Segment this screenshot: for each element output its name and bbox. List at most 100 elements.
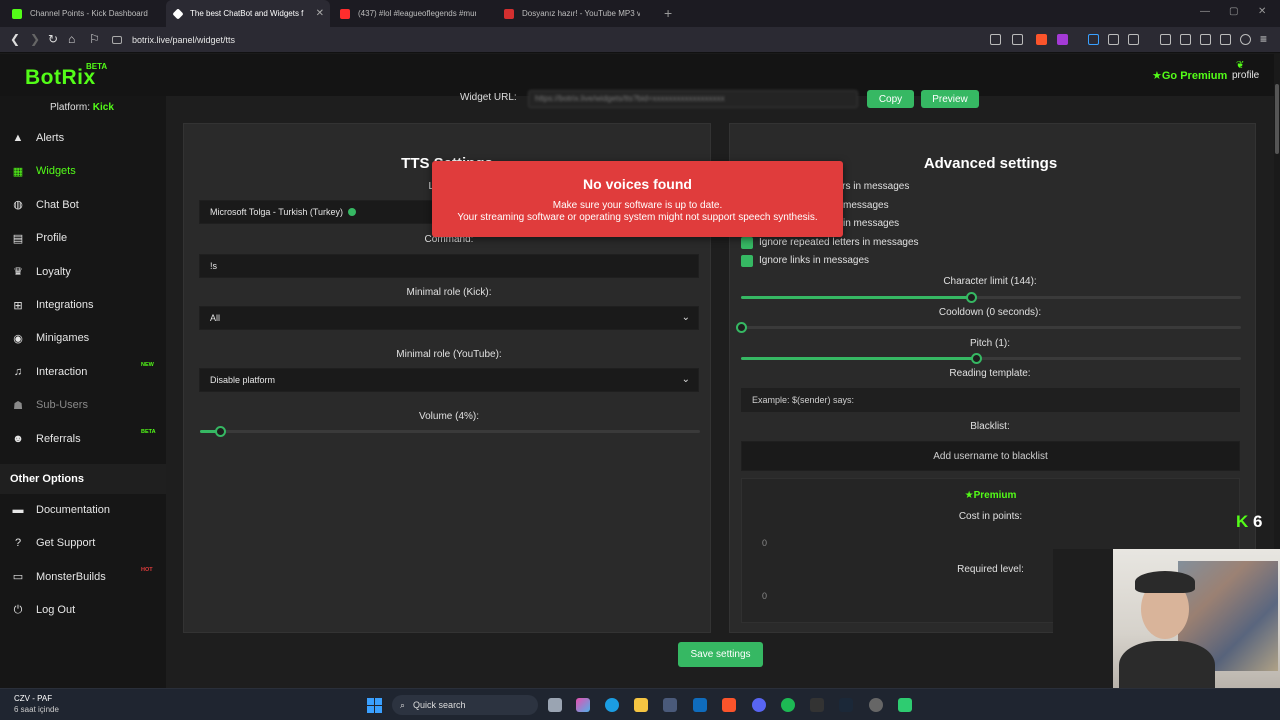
volume-slider[interactable] (200, 426, 700, 437)
sidebar-item-interaction[interactable]: ♫ Interaction (10, 360, 160, 384)
media-icon[interactable] (1160, 34, 1171, 45)
share-icon[interactable] (1012, 34, 1023, 45)
sidebar-item-label: Referrals (36, 432, 81, 445)
menu-icon[interactable]: ≡ (1260, 32, 1267, 46)
ignore-repeated-letters-checkbox[interactable] (741, 237, 753, 249)
blacklist-label: Blacklist: (970, 421, 1010, 432)
home-icon[interactable]: ⌂ (68, 32, 75, 46)
go-premium-link[interactable]: ★Go Premium (1152, 69, 1227, 82)
wallet-icon[interactable] (1200, 34, 1211, 45)
profile-link[interactable]: profile (1232, 70, 1259, 81)
epic-games-icon[interactable] (810, 698, 824, 712)
close-window-icon[interactable]: ✕ (1258, 6, 1266, 17)
url-field[interactable]: botrix.live/panel/widget/tts (112, 31, 972, 49)
scrollbar-thumb[interactable] (1275, 84, 1279, 154)
sidebar-item-minigames[interactable]: ◉ Minigames (10, 326, 160, 350)
ignore-links-checkbox[interactable] (741, 255, 753, 267)
browser-tab[interactable]: (437) #lol #leagueoflegends #mundo (332, 0, 496, 27)
task-view-icon[interactable] (548, 698, 562, 712)
min-role-kick-select[interactable]: All ⌄ (199, 306, 699, 330)
sidebar-item-loyalty[interactable]: ♛ Loyalty (10, 260, 160, 284)
store-icon[interactable] (663, 698, 677, 712)
leo-icon[interactable] (1220, 34, 1231, 45)
command-input[interactable]: !s (199, 254, 699, 278)
other-options-heading: Other Options (0, 464, 166, 494)
widget-url-input[interactable]: https://botrix.live/widgets/tts?bid=xxxx… (528, 90, 858, 108)
puzzle-icon[interactable] (1108, 34, 1119, 45)
sidebar-icon[interactable] (1180, 34, 1191, 45)
back-icon[interactable]: ❮ (10, 32, 20, 46)
cooldown-label: Cooldown (0 seconds): (938, 307, 1042, 318)
windows-taskbar: CZV - PAF 6 saat içinde ⌕ Quick search (0, 688, 1280, 720)
ignore-links-label: Ignore links in messages (759, 255, 870, 266)
preview-button[interactable]: Preview (921, 90, 979, 108)
mp3-favicon-icon (504, 8, 514, 19)
taskbar-search[interactable]: ⌕ Quick search (392, 695, 538, 715)
volume-thumb[interactable] (215, 426, 226, 437)
sidebar-item-log-out[interactable]: ⏻ Log Out (10, 598, 160, 622)
browser-tab[interactable]: Dosyanız hazır! - YouTube MP3 ve M (496, 0, 660, 27)
site-info-icon[interactable] (112, 36, 122, 44)
url-text: botrix.live/panel/widget/tts (132, 35, 236, 45)
brave-icon[interactable] (722, 698, 736, 712)
cooldown-slider[interactable] (736, 322, 1241, 333)
copilot-icon[interactable] (576, 698, 590, 712)
pitch-thumb[interactable] (971, 353, 982, 364)
minimize-icon[interactable]: — (1200, 6, 1210, 17)
new-tab-icon[interactable]: + (664, 5, 672, 21)
save-settings-button[interactable]: Save settings (678, 642, 763, 667)
file-explorer-icon[interactable] (634, 698, 648, 712)
min-role-youtube-select[interactable]: Disable platform ⌄ (199, 368, 699, 392)
edge-icon[interactable] (605, 698, 619, 712)
sidebar-item-label: Chat Bot (36, 198, 79, 211)
pitch-slider[interactable] (741, 353, 1241, 364)
obs-icon[interactable] (869, 698, 883, 712)
sidebar-item-monsterbuilds[interactable]: ▭ MonsterBuilds (10, 565, 160, 589)
copy-button[interactable]: Copy (867, 90, 914, 108)
character-limit-thumb[interactable] (966, 292, 977, 303)
sidebar-item-documentation[interactable]: ▬ Documentation (10, 498, 160, 522)
min-role-kick-label: Minimal role (Kick): (406, 287, 492, 298)
brave-rewards-icon[interactable] (1057, 34, 1068, 45)
sidebar-item-sub-users[interactable]: ☗ Sub-Users (10, 393, 160, 417)
bookmark-icon[interactable]: ⚐ (89, 32, 100, 46)
character-limit-slider[interactable] (741, 292, 1241, 303)
cooldown-thumb[interactable] (736, 322, 747, 333)
windows-start-icon[interactable] (367, 698, 382, 713)
help-icon: ? (14, 537, 22, 550)
discord-icon[interactable] (752, 698, 766, 712)
browser-tab[interactable]: Channel Points - Kick Dashboard (4, 0, 168, 27)
sidebar-item-referrals[interactable]: ☻ Referrals (10, 427, 160, 451)
maximize-icon[interactable]: ▢ (1229, 6, 1238, 17)
extension-icon[interactable] (1088, 34, 1099, 45)
brave-shields-icon[interactable] (1036, 34, 1047, 45)
min-role-kick-value: All (210, 313, 221, 323)
screenshot-icon[interactable] (1128, 34, 1139, 45)
close-tab-icon[interactable]: ✕ (316, 8, 324, 19)
monitor-icon: ▭ (12, 571, 24, 584)
kick-app-icon[interactable] (898, 698, 912, 712)
reading-template-input[interactable]: Example: $(sender) says: (741, 388, 1240, 412)
steam-icon[interactable] (839, 698, 853, 712)
sidebar-item-get-support[interactable]: ? Get Support (10, 531, 160, 555)
reload-icon[interactable]: ↻ (48, 32, 58, 46)
forward-icon[interactable]: ❯ (30, 32, 40, 46)
add-blacklist-button[interactable]: Add username to blacklist (741, 441, 1240, 471)
sidebar-item-alerts[interactable]: ▲ Alerts (10, 126, 160, 150)
sidebar-item-chat-bot[interactable]: ◍ Chat Bot (10, 193, 160, 217)
translate-icon[interactable] (990, 34, 1001, 45)
outlook-icon[interactable] (693, 698, 707, 712)
tab-title: (437) #lol #leagueoflegends #mundo (358, 9, 476, 18)
ignore-repeated-letters-label: Ignore repeated letters in messages (759, 237, 919, 248)
spotify-icon[interactable] (781, 698, 795, 712)
network-icon: ⊞ (13, 299, 23, 312)
error-toast[interactable]: No voices found Make sure your software … (432, 161, 843, 237)
voice-value: Microsoft Tolga - Turkish (Turkey) (210, 207, 344, 217)
sidebar-item-widgets[interactable]: ▦ Widgets (10, 159, 160, 183)
sidebar-item-label: Alerts (36, 132, 65, 144)
sidebar-item-integrations[interactable]: ⊞ Integrations (10, 293, 160, 317)
vpn-icon[interactable] (1240, 34, 1251, 45)
browser-tab-active[interactable]: The best ChatBot and Widgets f ✕ (166, 0, 330, 27)
weather-widget[interactable]: CZV - PAF 6 saat içinde (14, 693, 59, 715)
sidebar-item-profile[interactable]: ▤ Profile (10, 226, 160, 250)
